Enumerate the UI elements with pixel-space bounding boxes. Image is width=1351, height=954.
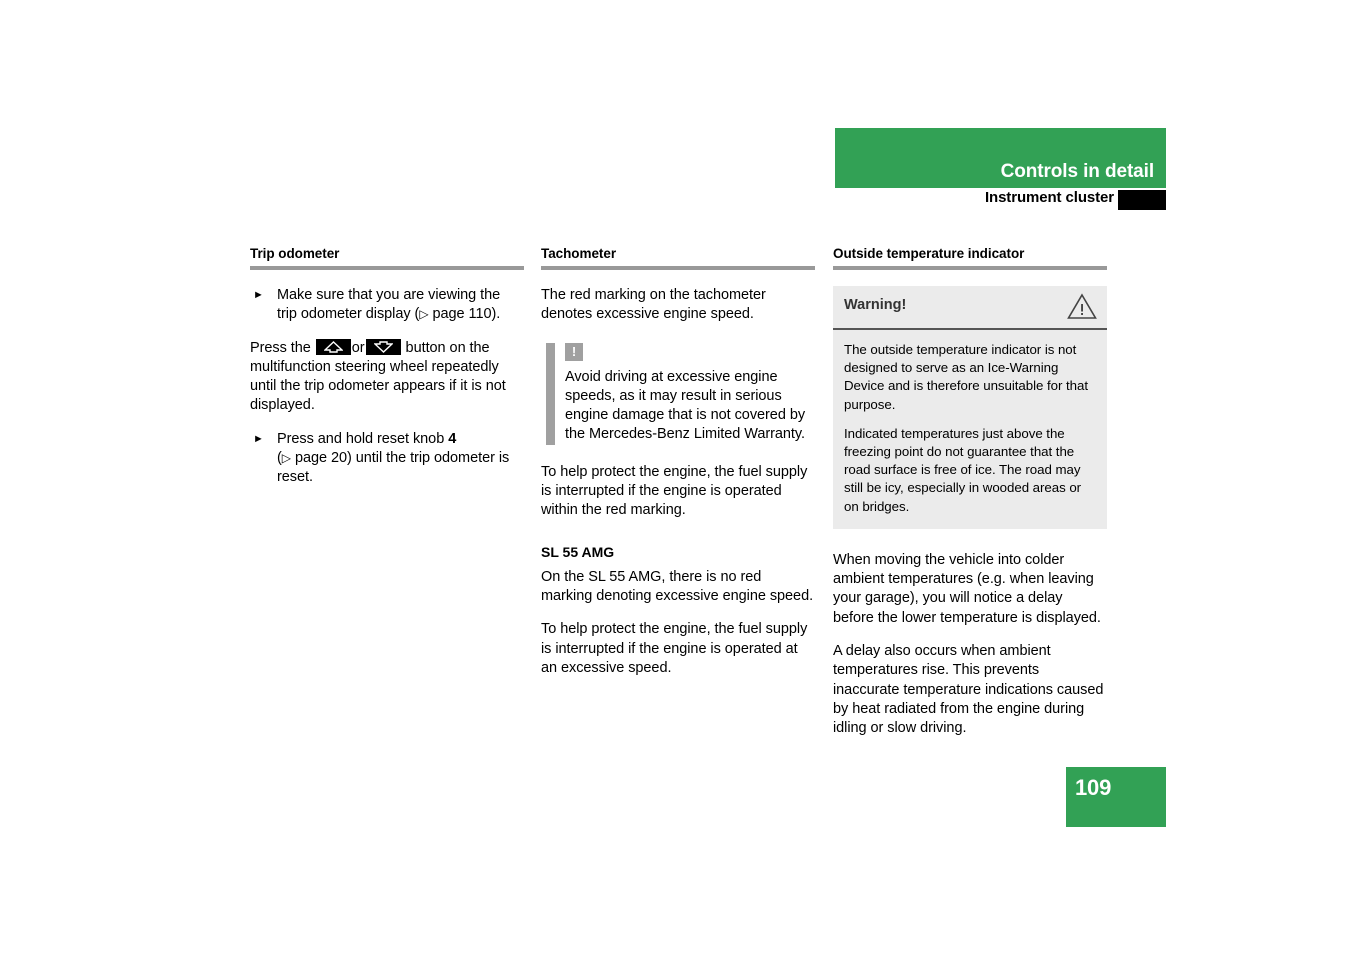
column-tachometer: Tachometer The red marking on the tachom… [541,246,815,678]
warning-label: Warning! [844,297,907,313]
heading-outside-temperature: Outside temperature indicator [833,246,1025,261]
section-title: Instrument cluster [984,189,1114,206]
paragraph-red-marking: The red marking on the tachometer denote… [541,287,766,323]
press-text-prefix: Press the [250,339,315,356]
list-item-text: Press and hold reset knob [277,430,449,447]
heading-rule [541,266,815,270]
note-accent-bar [546,342,555,445]
list-item: ► Make sure that you are viewing the tri… [250,286,524,325]
paragraph-delay-rising: A delay also occurs when ambient tempera… [833,643,1104,737]
paragraph-colder-ambient: When moving the vehicle into colder ambi… [833,551,1101,626]
page-number-block: 109 [1066,767,1166,827]
heading-rule [833,266,1107,270]
column-trip-odometer: Trip odometer ► Make sure that you are v… [250,246,524,502]
heading-trip-odometer: Trip odometer [250,246,340,261]
warning-box: Warning! The outside temperature indicat… [833,286,1107,529]
paragraph-sl55-fuel-supply: To help protect the engine, the fuel sup… [541,621,808,676]
header-subtitle-row: Instrument cluster [835,188,1166,210]
warning-paragraph-1: The outside temperature indicator is not… [844,342,1088,412]
heading-tachometer: Tachometer [541,246,617,261]
subheading-sl55amg: SL 55 AMG [541,543,615,560]
chapter-title: Controls in detail [1000,161,1154,182]
warning-box-body: The outside temperature indicator is not… [833,330,1107,529]
note-text: Avoid driving at excessive engine speeds… [565,368,806,443]
press-text-or: or [351,339,365,356]
up-arrow-key-icon[interactable] [315,338,351,355]
paragraph-sl55-no-red-marking: On the SL 55 AMG, there is no red markin… [541,568,814,604]
column-outside-temperature: Outside temperature indicator Warning! T… [833,246,1107,739]
heading-rule [250,266,524,270]
note-box-engine-speed: ! Avoid driving at excessive engine spee… [541,342,815,445]
down-arrow-key-icon[interactable] [365,338,401,355]
warning-paragraph-2: Indicated temperatures just above the fr… [844,425,1082,514]
exclamation-icon: ! [565,342,583,361]
page-header: Controls in detail Instrument cluster [835,128,1166,210]
bullet-triangle-icon: ► [253,432,264,445]
page-ref-label: page 20) until the trip odometer is rese… [277,450,510,486]
bullet-triangle-icon: ► [253,289,264,301]
header-green-banner: Controls in detail [835,128,1166,188]
paragraph-press-button: Press the or button on the multifunction… [250,338,524,416]
reset-knob-number: 4 [448,430,457,447]
page-ref-label: page 110). [428,306,501,323]
warning-box-header: Warning! [833,286,1107,330]
page-ref-arrow-icon: ▷ [419,307,429,322]
paragraph-fuel-supply: To help protect the engine, the fuel sup… [541,463,808,519]
warning-triangle-icon [1067,293,1097,325]
page-number: 109 [1075,775,1112,800]
chapter-tab-marker [1118,190,1166,210]
page-ref-arrow-icon: ▷ [281,451,291,466]
list-item: ► Press and hold reset knob 4 (▷ page 20… [250,430,524,488]
